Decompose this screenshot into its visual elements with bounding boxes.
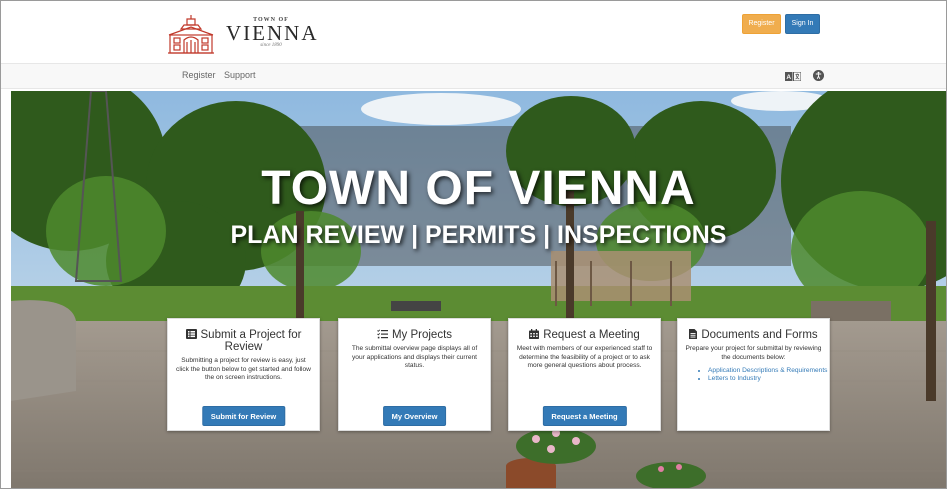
card-title: Request a Meeting xyxy=(509,329,660,341)
translate-icon[interactable]: A xyxy=(785,72,801,81)
card-description: Meet with members of our experienced sta… xyxy=(516,345,653,370)
card-title-text: Documents and Forms xyxy=(701,329,818,341)
my-overview-button[interactable]: My Overview xyxy=(382,406,447,426)
logo-big-text: VIENNA xyxy=(226,21,319,45)
card-title-text: Submit a Project for Review xyxy=(200,329,302,353)
calendar-icon xyxy=(529,329,540,339)
register-button[interactable]: Register xyxy=(742,14,781,34)
card-title-text: Request a Meeting xyxy=(543,329,640,341)
hero-subtitle: PLAN REVIEW | PERMITS | INSPECTIONS xyxy=(230,221,727,249)
checklist-icon xyxy=(377,329,388,339)
hero-title: TOWN OF VIENNA xyxy=(261,162,696,215)
my-projects-card: My Projects The submittal overview page … xyxy=(338,318,491,431)
document-icon xyxy=(689,329,698,339)
accessibility-icon[interactable] xyxy=(813,70,824,81)
card-description: Submitting a project for review is easy,… xyxy=(176,357,311,382)
nav-support-link[interactable]: Support xyxy=(224,70,256,80)
card-title: Documents and Forms xyxy=(678,329,829,341)
town-hall-icon xyxy=(168,15,214,54)
browser-page: TOWN OF VIENNA since 1890 Register Sign … xyxy=(0,0,947,489)
request-meeting-card: Request a Meeting Meet with members of o… xyxy=(508,318,661,431)
site-header: TOWN OF VIENNA since 1890 Register Sign … xyxy=(1,1,946,63)
card-title: My Projects xyxy=(339,329,490,341)
document-links-list: Application Descriptions & Requirements … xyxy=(698,367,829,383)
card-description: Prepare your project for submittal by re… xyxy=(685,345,822,361)
nav-register-link[interactable]: Register xyxy=(182,70,216,80)
sign-in-button[interactable]: Sign In xyxy=(785,14,820,34)
letters-to-industry-link[interactable]: Letters to Industry xyxy=(708,375,829,383)
submit-for-review-button[interactable]: Submit for Review xyxy=(201,406,286,426)
application-descriptions-link[interactable]: Application Descriptions & Requirements xyxy=(708,367,829,375)
town-logo[interactable]: TOWN OF VIENNA since 1890 xyxy=(166,13,316,57)
submit-project-card: Submit a Project for Review Submitting a… xyxy=(167,318,320,431)
card-title-text: My Projects xyxy=(391,329,453,341)
card-description: The submittal overview page displays all… xyxy=(351,345,478,370)
nav-bar: Register Support A xyxy=(1,63,946,89)
list-icon xyxy=(185,329,197,339)
logo-text: TOWN OF VIENNA since 1890 xyxy=(226,17,316,48)
card-title: Submit a Project for Review xyxy=(168,329,319,353)
documents-forms-card: Documents and Forms Prepare your project… xyxy=(677,318,830,431)
request-meeting-button[interactable]: Request a Meeting xyxy=(542,406,627,426)
svg-text:A: A xyxy=(786,74,791,81)
